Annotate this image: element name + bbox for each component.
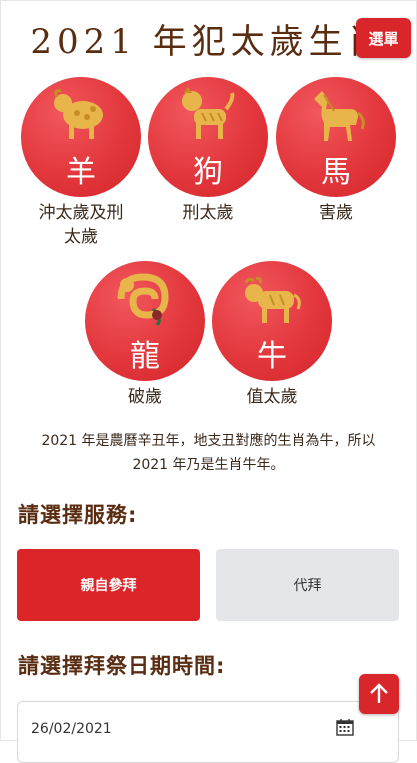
zodiac-animal-char: 羊 bbox=[66, 155, 96, 190]
zodiac-animal-char: 狗 bbox=[193, 155, 223, 190]
zodiac-caption: 值太歲 bbox=[212, 385, 332, 409]
zodiac-card-dragon[interactable]: 龍 破歲 bbox=[85, 261, 205, 409]
dog-icon bbox=[182, 87, 235, 139]
back-to-top-button[interactable] bbox=[359, 674, 399, 714]
arrow-up-icon bbox=[370, 683, 388, 703]
info-line: 2021 年乃是生肖牛年。 bbox=[132, 457, 285, 473]
zodiac-card-goat[interactable]: 羊 沖太歲及刑 太歲 bbox=[21, 77, 141, 249]
service-heading: 請選擇服務: bbox=[18, 503, 138, 527]
info-line: 2021 年是農曆辛丑年，地支丑對應的生肖為牛，所以 bbox=[41, 433, 376, 449]
zodiac-animal-char: 龍 bbox=[130, 339, 160, 374]
zodiac-caption-line: 太歲 bbox=[64, 227, 98, 247]
zodiac-card-dog[interactable]: 狗 刑太歲 bbox=[148, 77, 268, 225]
goat-icon bbox=[54, 89, 103, 139]
dragon-icon bbox=[117, 273, 169, 327]
page-title: 2021 年犯太歲生肖 bbox=[30, 22, 387, 62]
zodiac-caption: 破歲 bbox=[85, 385, 205, 409]
horse-icon bbox=[314, 91, 365, 141]
datetime-heading: 請選擇拜祭日期時間: bbox=[18, 654, 226, 678]
zodiac-caption-line: 害歲 bbox=[319, 203, 353, 223]
zodiac-caption: 沖太歲及刑 太歲 bbox=[21, 201, 141, 249]
service-option-proxy[interactable]: 代拜 bbox=[216, 549, 399, 621]
calendar-icon[interactable] bbox=[336, 718, 354, 736]
zodiac-circle: 牛 bbox=[212, 261, 332, 381]
info-text: 2021 年是農曆辛丑年，地支丑對應的生肖為牛，所以 2021 年乃是生肖牛年。 bbox=[18, 429, 399, 477]
service-option-self[interactable]: 親自參拜 bbox=[17, 549, 200, 621]
date-value: 26/02/2021 bbox=[31, 721, 112, 737]
zodiac-circle: 馬 bbox=[276, 77, 396, 197]
zodiac-caption-line: 沖太歲及刑 bbox=[38, 203, 124, 223]
zodiac-circle: 龍 bbox=[85, 261, 205, 381]
zodiac-caption-line: 值太歲 bbox=[246, 387, 298, 407]
zodiac-caption-line: 刑太歲 bbox=[182, 203, 234, 223]
menu-button[interactable]: 選單 bbox=[356, 18, 411, 58]
zodiac-card-ox[interactable]: 牛 值太歲 bbox=[212, 261, 332, 409]
zodiac-animal-char: 牛 bbox=[257, 339, 287, 374]
zodiac-caption-line: 破歲 bbox=[128, 387, 162, 407]
date-input[interactable]: 26/02/2021 bbox=[17, 701, 399, 763]
zodiac-card-horse[interactable]: 馬 害歲 bbox=[276, 77, 396, 225]
zodiac-caption: 害歲 bbox=[276, 201, 396, 225]
ox-icon bbox=[244, 277, 301, 323]
zodiac-caption: 刑太歲 bbox=[148, 201, 268, 225]
zodiac-circle: 狗 bbox=[148, 77, 268, 197]
zodiac-animal-char: 馬 bbox=[321, 155, 351, 190]
zodiac-circle: 羊 bbox=[21, 77, 141, 197]
